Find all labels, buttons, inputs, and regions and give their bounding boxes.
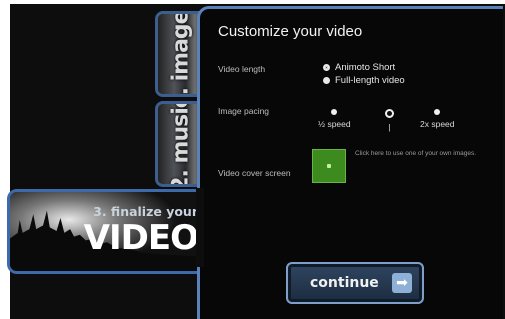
step-label-video: VIDEO: [83, 218, 199, 258]
pacing-half-speed[interactable]: ½ speed: [318, 109, 351, 129]
pacing-label: |: [388, 122, 391, 132]
option-full-length[interactable]: Full-length video: [323, 75, 405, 86]
pacing-dot-icon: [331, 109, 338, 115]
image-pacing-label: Image pacing: [218, 106, 270, 116]
step-label-finalize: 3. finalize your: [93, 204, 198, 219]
pacing-normal-speed[interactable]: |: [385, 109, 394, 132]
option-animoto-short[interactable]: Animoto Short: [323, 62, 395, 73]
cover-thumbnail[interactable]: [312, 149, 346, 183]
pacing-dot-icon: [434, 109, 441, 115]
option-label: Full-length video: [335, 75, 405, 86]
pacing-label: 2x speed: [420, 119, 455, 129]
radio-icon: [323, 77, 330, 84]
arrow-right-icon: ➡: [392, 273, 412, 293]
continue-button[interactable]: continue ➡: [286, 262, 424, 304]
option-label: Animoto Short: [335, 62, 396, 73]
continue-label: continue: [310, 275, 379, 291]
cover-help-text: Click here to use one of your own images…: [355, 150, 477, 157]
video-length-label: Video length: [218, 64, 266, 74]
radio-selected-icon: [323, 64, 330, 71]
cover-indicator-icon: [327, 164, 331, 168]
panel-title: Customize your video: [218, 23, 363, 40]
steps-sidebar: 1. images 2. music 3. finalize your VIDE…: [7, 4, 209, 319]
pacing-double-speed[interactable]: 2x speed: [420, 109, 455, 129]
pacing-label: ½ speed: [318, 119, 351, 129]
active-step-connector: [196, 188, 204, 267]
pacing-dot-selected-icon: [385, 109, 394, 118]
video-cover-label: Video cover screen: [218, 168, 291, 178]
step-tab-finalize[interactable]: 3. finalize your VIDEO: [7, 189, 209, 274]
step-label-images: 1. images: [168, 11, 194, 97]
step-label-music: 2. music: [168, 101, 194, 187]
